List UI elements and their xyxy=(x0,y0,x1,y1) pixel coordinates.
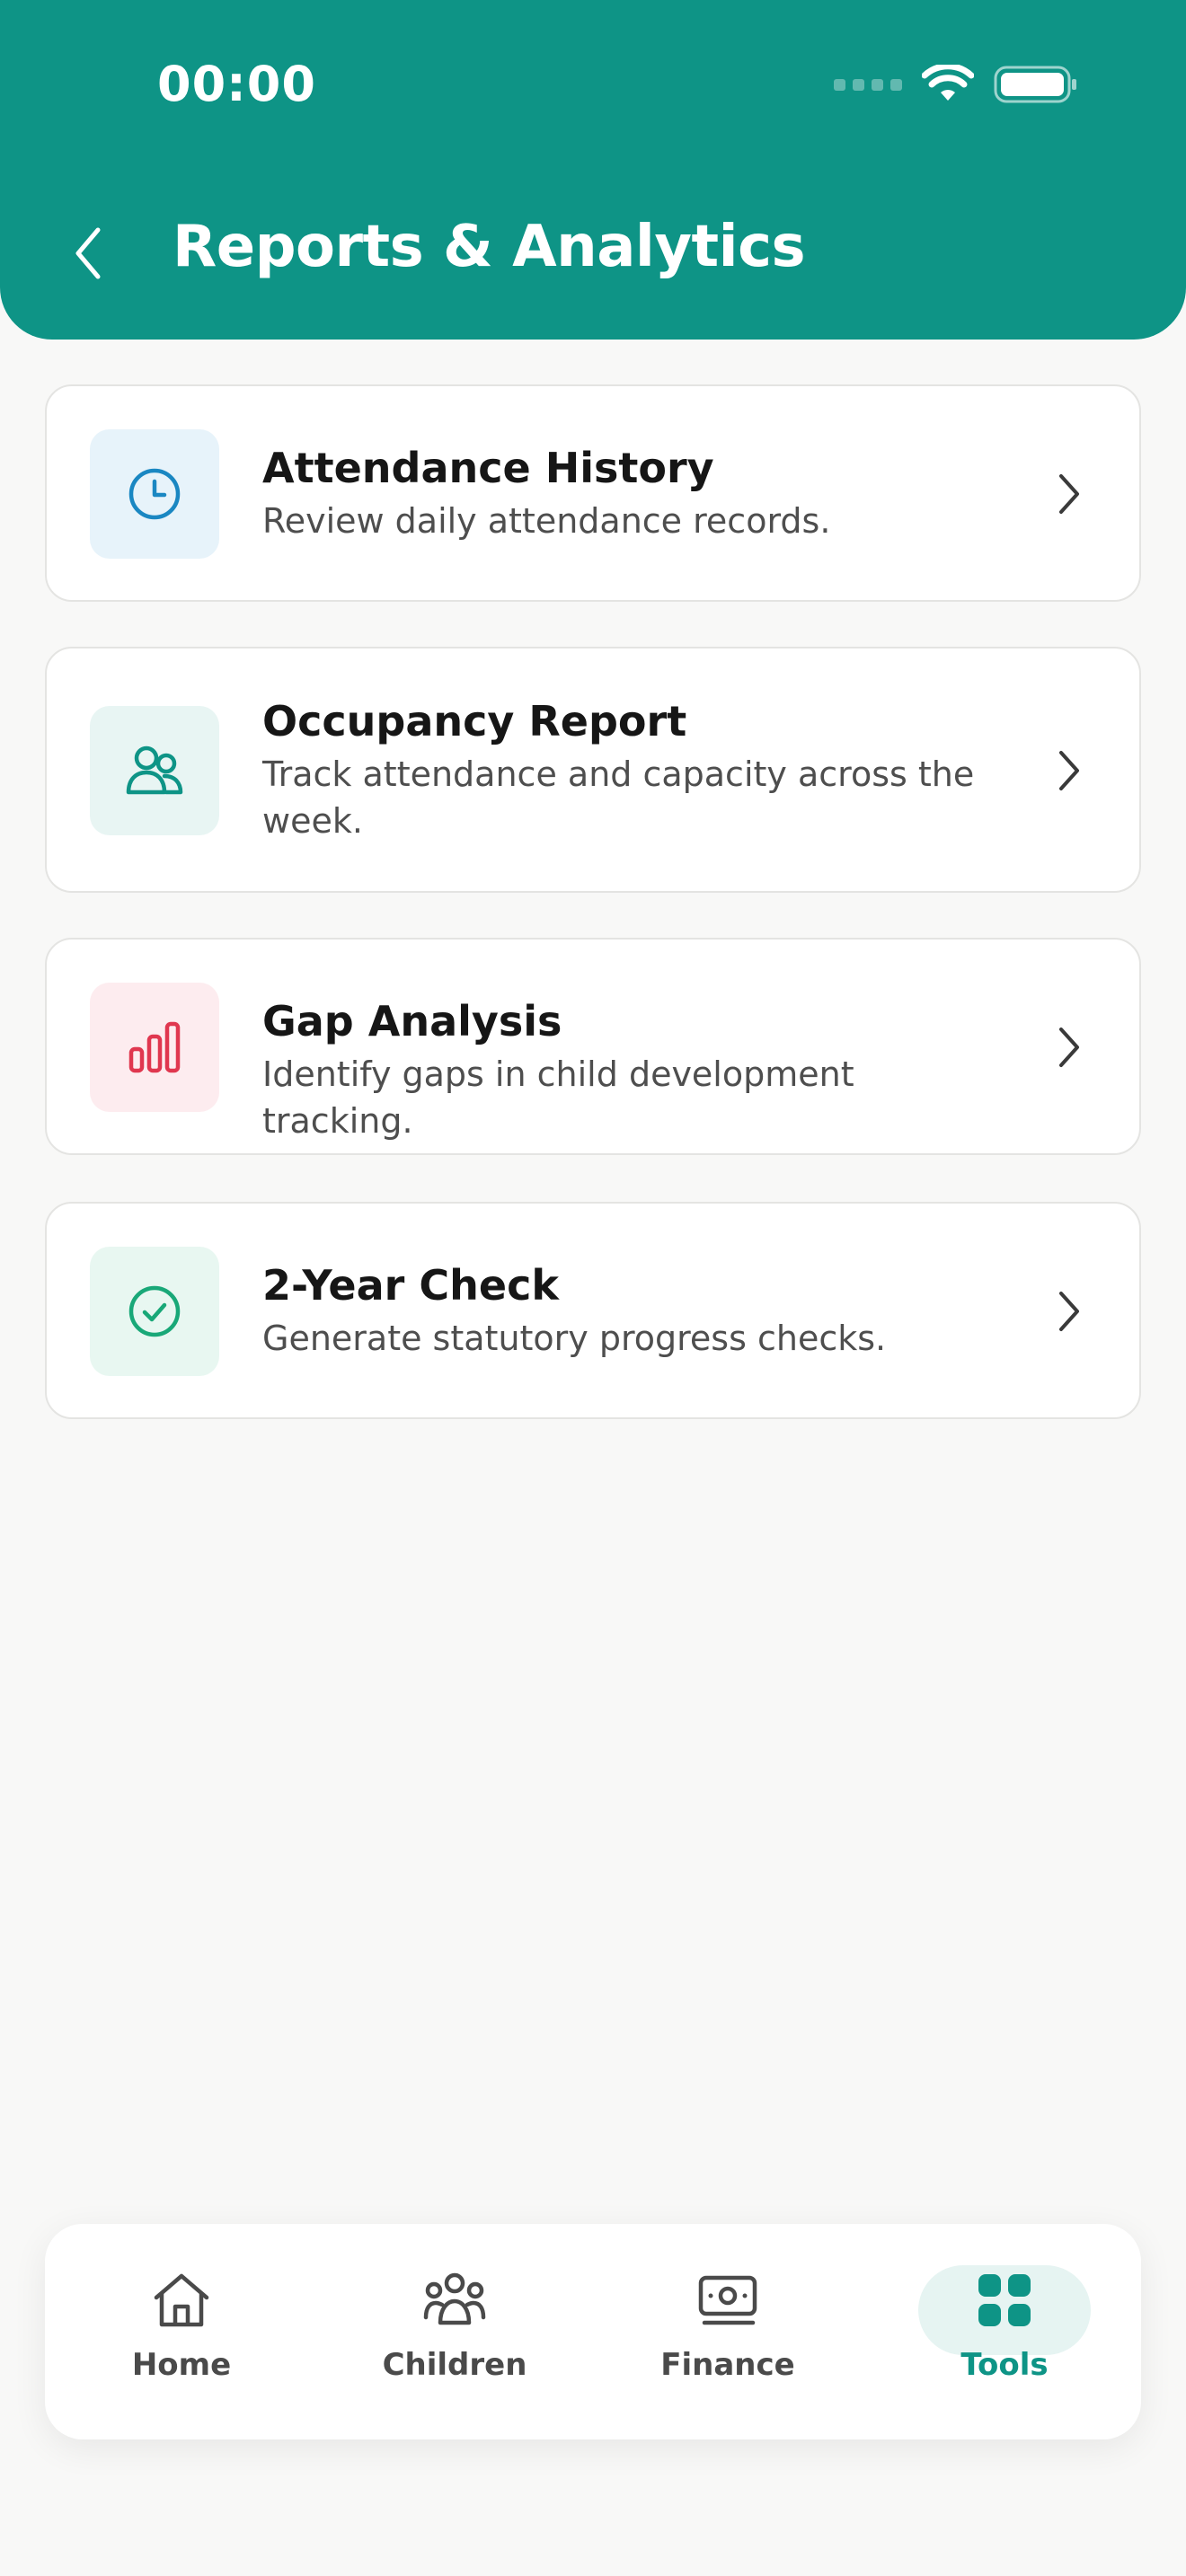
battery-icon xyxy=(994,66,1076,103)
report-card-gap-analysis[interactable]: Gap Analysis Identify gaps in child deve… xyxy=(45,938,1141,1155)
screen: 00:00 Reports & Analytics Attendance His… xyxy=(0,0,1186,2576)
report-description: Identify gaps in child development track… xyxy=(262,1054,854,1141)
back-button[interactable] xyxy=(63,221,113,286)
report-card-2-year-check[interactable]: 2-Year Check Generate statutory progress… xyxy=(45,1202,1141,1419)
bottom-nav: Home Children Finance Tools xyxy=(45,2224,1141,2439)
report-description: Review daily attendance records. xyxy=(262,501,831,541)
report-card-attendance-history[interactable]: Attendance History Review daily attendan… xyxy=(45,384,1141,602)
chevron-right-icon xyxy=(1051,1284,1087,1338)
nav-item-home[interactable]: Home xyxy=(92,2264,271,2399)
report-description: Generate statutory progress checks. xyxy=(262,1319,887,1358)
chevron-right-icon xyxy=(1051,1020,1087,1074)
report-title: 2-Year Check xyxy=(262,1261,559,1310)
report-text: Gap Analysis Identify gaps in child deve… xyxy=(262,995,1005,1144)
home-icon xyxy=(146,2264,217,2336)
nav-item-children[interactable]: Children xyxy=(365,2264,544,2399)
report-icon-tile xyxy=(90,1247,219,1376)
clock-icon xyxy=(128,468,181,520)
report-description: Track attendance and capacity across the… xyxy=(262,754,975,841)
check-circle-icon xyxy=(128,1285,181,1337)
cellular-signal-icon xyxy=(834,78,902,91)
bar-chart-icon xyxy=(128,1021,181,1073)
report-text: Attendance History Review daily attendan… xyxy=(262,442,1005,544)
nav-label: Finance xyxy=(660,2347,795,2383)
status-indicators xyxy=(834,65,1078,104)
wifi-icon xyxy=(922,65,974,101)
report-title: Attendance History xyxy=(262,444,714,492)
status-time: 00:00 xyxy=(157,56,316,112)
people-icon xyxy=(126,745,183,795)
report-card-occupancy-report[interactable]: Occupancy Report Track attendance and ca… xyxy=(45,647,1141,893)
report-title: Gap Analysis xyxy=(262,997,562,1045)
grid-icon xyxy=(969,2264,1040,2336)
chevron-right-icon xyxy=(1051,467,1087,521)
report-icon-tile xyxy=(90,429,219,559)
nav-label: Home xyxy=(131,2347,232,2383)
banknote-icon xyxy=(692,2264,764,2336)
nav-item-finance[interactable]: Finance xyxy=(638,2264,818,2399)
report-title: Occupancy Report xyxy=(262,697,687,745)
nav-label: Tools xyxy=(960,2347,1049,2383)
report-text: 2-Year Check Generate statutory progress… xyxy=(262,1259,1005,1362)
nav-item-tools[interactable]: Tools xyxy=(915,2264,1094,2399)
children-icon xyxy=(419,2264,491,2336)
report-text: Occupancy Report Track attendance and ca… xyxy=(262,695,1005,844)
chevron-left-icon xyxy=(75,227,101,279)
page-title: Reports & Analytics xyxy=(173,214,806,280)
chevron-right-icon xyxy=(1051,744,1087,798)
nav-label: Children xyxy=(382,2347,527,2383)
report-icon-tile xyxy=(90,983,219,1112)
report-icon-tile xyxy=(90,706,219,835)
app-header: 00:00 Reports & Analytics xyxy=(0,0,1186,340)
